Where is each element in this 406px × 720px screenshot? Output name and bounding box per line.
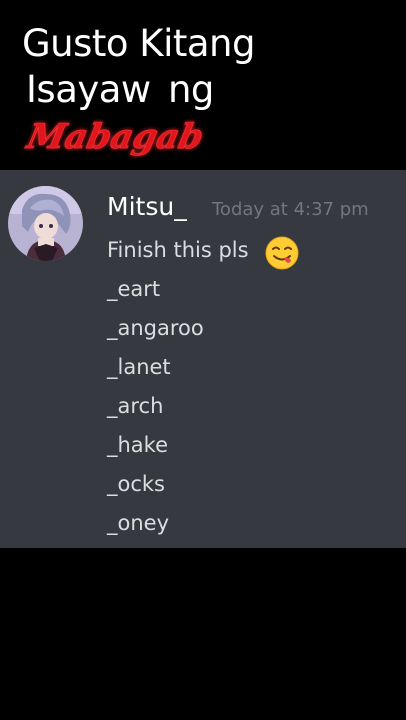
caption-line-1: Gusto Kitang [22, 22, 255, 65]
username[interactable]: Mitsu_ [107, 192, 187, 222]
message-text: Finish this pls [107, 238, 249, 262]
chat-message-panel: Mitsu_ Today at 4:37 pm Finish this pls … [0, 170, 406, 548]
message-line: _ocks [107, 472, 165, 496]
mabagab-logo: Mabagab [22, 117, 207, 157]
anime-avatar-icon [8, 186, 83, 261]
caption-overlay: Gusto Kitang Isayaw ng Mabagab [0, 0, 406, 170]
message-line: _eart [107, 277, 161, 301]
message-line: _angaroo [107, 316, 204, 340]
message-line: _lanet [107, 355, 171, 379]
face-savoring-food-emoji [265, 236, 299, 270]
message-line: _arch [107, 394, 164, 418]
message-timestamp: Today at 4:37 pm [212, 199, 369, 220]
message-line: _hake [107, 433, 169, 457]
message-line: _oney [107, 511, 170, 535]
user-avatar[interactable] [8, 186, 83, 261]
mabagab-logo-text: Mabagab [23, 117, 207, 157]
video-frame: Gusto Kitang Isayaw ng Mabagab Mitsu_ To… [0, 0, 406, 720]
caption-line-2: Isayaw ng [26, 68, 214, 111]
